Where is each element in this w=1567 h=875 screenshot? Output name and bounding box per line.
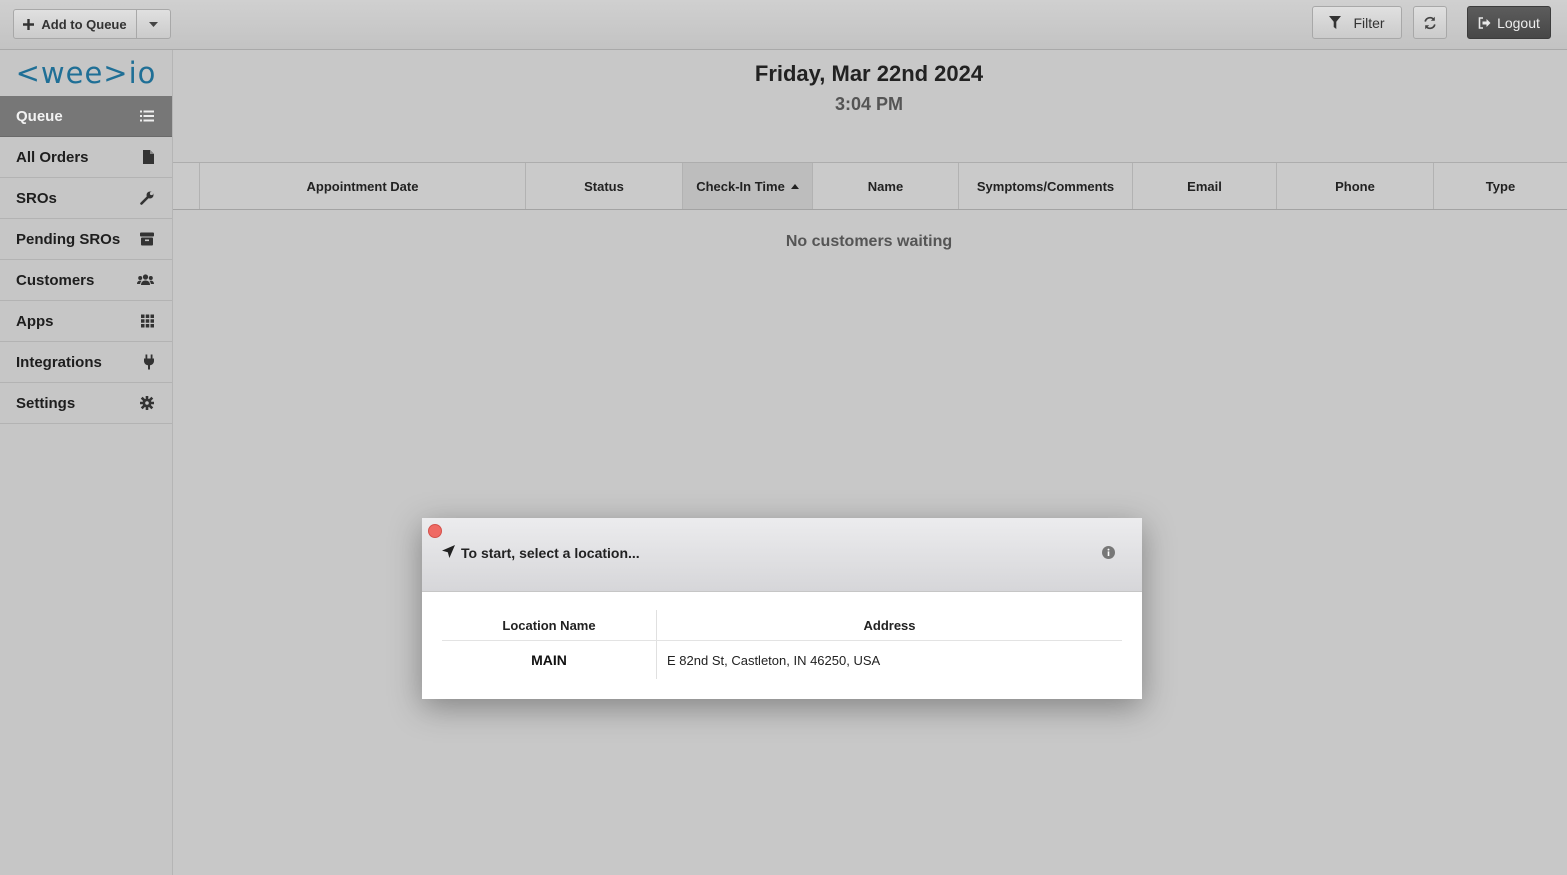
empty-queue-message: No customers waiting xyxy=(785,233,953,250)
sidebar: <wee>io Queue All Orders SROs Pending SR… xyxy=(0,50,173,875)
column-type[interactable]: Type xyxy=(1433,163,1567,209)
weeio-logo: <wee>io xyxy=(15,56,157,90)
sidebar-item-label: Customers xyxy=(16,271,95,289)
gear-icon xyxy=(140,396,154,410)
dialog-header: To start, select a location... xyxy=(422,518,1142,592)
logout-label: Logout xyxy=(1497,14,1540,31)
filter-icon xyxy=(1329,16,1342,29)
grid-icon xyxy=(141,314,154,328)
sign-out-icon xyxy=(1478,16,1491,29)
location-name-cell: MAIN xyxy=(442,641,657,679)
sidebar-item-integrations[interactable]: Integrations xyxy=(0,342,172,383)
sidebar-item-label: Apps xyxy=(16,312,54,330)
info-icon[interactable] xyxy=(1102,546,1115,559)
column-appointment-date[interactable]: Appointment Date xyxy=(199,163,525,209)
sidebar-item-apps[interactable]: Apps xyxy=(0,301,172,342)
column-check-in-time[interactable]: Check-In Time xyxy=(682,163,812,209)
sort-up-icon xyxy=(790,183,799,189)
location-address-cell: E 82nd St, Castleton, IN 46250, USA xyxy=(667,652,881,668)
list-icon xyxy=(140,110,154,122)
sidebar-item-settings[interactable]: Settings xyxy=(0,383,172,424)
top-toolbar: Add to Queue Filter Logout xyxy=(0,0,1567,50)
sidebar-item-customers[interactable]: Customers xyxy=(0,260,172,301)
sidebar-item-pending-sros[interactable]: Pending SROs xyxy=(0,219,172,260)
address-header: Address xyxy=(863,617,916,633)
location-row[interactable]: MAIN E 82nd St, Castleton, IN 46250, USA xyxy=(442,641,1122,679)
sidebar-item-label: Settings xyxy=(16,394,76,412)
sidebar-item-queue[interactable]: Queue xyxy=(0,96,172,137)
sidebar-item-label: Queue xyxy=(16,107,63,125)
filter-button[interactable]: Filter xyxy=(1312,6,1402,39)
current-date: Friday, Mar 22nd 2024 xyxy=(754,61,984,86)
select-location-dialog: To start, select a location... Location … xyxy=(422,518,1142,699)
dialog-title: To start, select a location... xyxy=(442,545,640,561)
add-to-queue-label: Add to Queue xyxy=(41,16,127,32)
close-button[interactable] xyxy=(428,524,442,538)
plug-icon xyxy=(144,354,154,370)
users-icon xyxy=(137,274,154,286)
column-phone[interactable]: Phone xyxy=(1276,163,1433,209)
column-symptoms-comments[interactable]: Symptoms/Comments xyxy=(958,163,1132,209)
column-email[interactable]: Email xyxy=(1132,163,1276,209)
plus-icon xyxy=(23,18,35,30)
sidebar-item-sros[interactable]: SROs xyxy=(0,178,172,219)
refresh-icon xyxy=(1423,16,1437,30)
location-arrow-icon xyxy=(442,545,455,561)
file-icon xyxy=(143,150,154,164)
sidebar-item-all-orders[interactable]: All Orders xyxy=(0,137,172,178)
box-icon xyxy=(140,232,154,246)
add-to-queue-button[interactable]: Add to Queue xyxy=(13,9,137,39)
location-table: Location Name Address MAIN E 82nd St, Ca… xyxy=(442,610,1122,679)
add-to-queue-dropdown-button[interactable] xyxy=(136,9,171,39)
main-content: Friday, Mar 22nd 2024 3:04 PM Appointmen… xyxy=(173,50,1567,875)
queue-table-header: Appointment Date Status Check-In Time Na… xyxy=(173,162,1567,210)
column-name[interactable]: Name xyxy=(812,163,958,209)
sidebar-item-label: Integrations xyxy=(16,353,102,371)
caret-down-icon xyxy=(149,21,158,27)
location-name-header: Location Name xyxy=(442,610,657,640)
sidebar-item-label: SROs xyxy=(16,189,57,207)
location-table-header: Location Name Address xyxy=(442,610,1122,641)
refresh-button[interactable] xyxy=(1413,6,1447,39)
current-time: 3:04 PM xyxy=(834,94,904,114)
column-status[interactable]: Status xyxy=(525,163,682,209)
sidebar-item-label: All Orders xyxy=(16,148,89,166)
logout-button[interactable]: Logout xyxy=(1467,6,1551,39)
filter-label: Filter xyxy=(1353,14,1385,31)
sidebar-item-label: Pending SROs xyxy=(16,230,121,248)
wrench-icon xyxy=(140,191,154,205)
